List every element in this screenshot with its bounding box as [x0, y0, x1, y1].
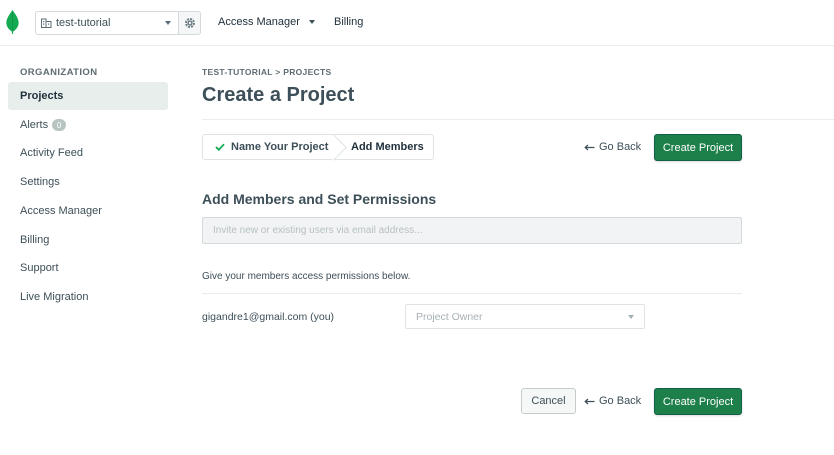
sidebar-item-label: Live Migration: [20, 291, 89, 303]
member-email: gigandre1@gmail.com (you): [202, 311, 335, 323]
sidebar: ORGANIZATION Projects Alerts 0 Activity …: [0, 47, 176, 455]
member-role-value: Project Owner: [416, 310, 483, 323]
chevron-down-icon: [165, 21, 171, 25]
member-role-select[interactable]: Project Owner: [405, 304, 645, 329]
sidebar-item-activity-feed[interactable]: Activity Feed: [8, 139, 168, 167]
gear-icon: [184, 18, 195, 28]
breadcrumb[interactable]: TEST-TUTORIAL > PROJECTS: [202, 67, 331, 77]
arrow-left-icon: [584, 144, 595, 151]
go-back-label: Go Back: [599, 141, 642, 153]
sidebar-item-settings[interactable]: Settings: [8, 168, 168, 196]
building-icon: [41, 18, 52, 28]
sidebar-item-label: Access Manager: [20, 205, 102, 217]
sidebar-item-label: Support: [20, 262, 59, 274]
sidebar-item-label: Projects: [20, 90, 64, 102]
sidebar-item-billing[interactable]: Billing: [8, 226, 168, 254]
sidebar-item-projects[interactable]: Projects: [8, 82, 168, 110]
step-add-members: Add Members: [351, 141, 424, 153]
sidebar-heading: ORGANIZATION: [20, 67, 98, 78]
mongodb-leaf-logo[interactable]: [6, 10, 19, 34]
chevron-down-icon: [308, 20, 315, 24]
nav-access-manager[interactable]: Access Manager: [218, 16, 315, 28]
go-back-link[interactable]: Go Back: [584, 141, 641, 153]
step-name-your-project[interactable]: Name Your Project: [203, 135, 337, 159]
sidebar-item-label: Billing: [20, 234, 50, 246]
divider: [202, 293, 742, 294]
page-title: Create a Project: [202, 84, 355, 106]
chevron-down-icon: [628, 315, 634, 319]
permissions-help-text: Give your members access permissions bel…: [202, 271, 411, 282]
sidebar-item-label: Activity Feed: [20, 147, 83, 159]
cancel-button[interactable]: Cancel: [521, 388, 576, 414]
sidebar-item-label: Alerts: [20, 119, 49, 131]
sidebar-item-label: Settings: [20, 176, 60, 188]
sidebar-item-live-migration[interactable]: Live Migration: [8, 283, 168, 311]
organization-settings-button[interactable]: [178, 11, 201, 35]
go-back-label: Go Back: [599, 395, 642, 407]
alerts-count-badge: 0: [52, 119, 67, 131]
sidebar-item-access-manager[interactable]: Access Manager: [8, 197, 168, 225]
sidebar-item-support[interactable]: Support: [8, 254, 168, 282]
sidebar-item-alerts[interactable]: Alerts 0: [8, 111, 168, 139]
nav-billing[interactable]: Billing: [334, 16, 363, 28]
step-label: Name Your Project: [231, 141, 329, 153]
organization-name: test-tutorial: [56, 17, 111, 29]
create-project-button[interactable]: Create Project: [654, 134, 742, 161]
create-project-button-bottom[interactable]: Create Project: [654, 388, 742, 415]
invite-members-input[interactable]: [202, 217, 742, 244]
organization-selector[interactable]: test-tutorial: [35, 11, 179, 35]
top-bar: test-tutorial Access Manager Billing: [0, 0, 834, 46]
nav-access-manager-label: Access Manager: [218, 16, 300, 28]
arrow-left-icon: [584, 398, 595, 405]
checkmark-icon: [215, 143, 225, 151]
go-back-link-bottom[interactable]: Go Back: [584, 395, 641, 407]
divider: [202, 119, 834, 120]
section-title: Add Members and Set Permissions: [202, 191, 437, 207]
wizard-steps: Name Your Project Add Members: [202, 134, 434, 160]
